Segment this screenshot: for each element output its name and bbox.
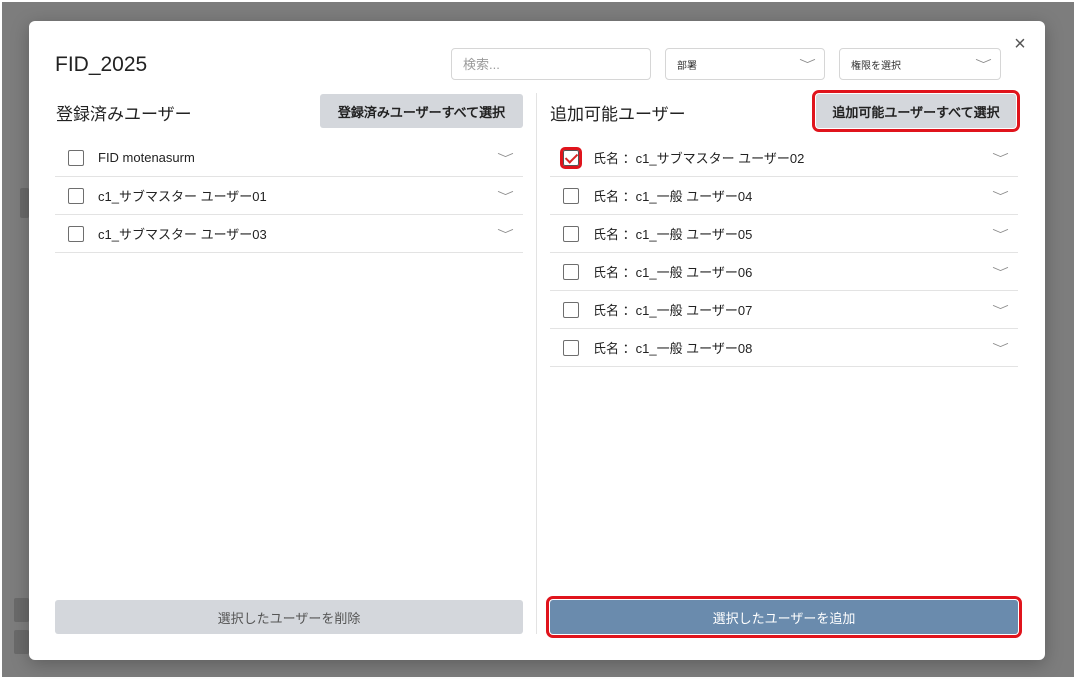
chevron-down-icon[interactable]: ﹀ (497, 226, 514, 242)
user-checkbox[interactable] (563, 339, 579, 356)
user-label: 氏名 ：c1_一般 ユーザー08 (593, 341, 753, 356)
list-item[interactable]: 氏名 ：c1_サブマスター ユーザー02 ﹀ (550, 139, 1018, 177)
department-select-value: 部署 (677, 60, 697, 72)
list-item[interactable]: 氏名 ：c1_一般 ユーザー07 ﹀ (550, 291, 1018, 329)
user-assignment-dialog: × FID_2025 部署 ﹀ 権限を選択 ﹀ 登録済みユーザー 登録済みユーザ… (29, 21, 1045, 660)
user-label: c1_サブマスター ユーザー03 (98, 227, 267, 242)
user-label: c1_サブマスター ユーザー01 (98, 189, 267, 204)
user-label: 氏名 ：c1_一般 ユーザー05 (593, 227, 753, 242)
list-item[interactable]: FID motenasurm ﹀ (55, 139, 523, 177)
dialog-title: FID_2025 (55, 53, 148, 76)
user-checkbox[interactable] (68, 187, 84, 204)
user-label: 氏名 ：c1_一般 ユーザー07 (593, 303, 753, 318)
user-checkbox[interactable] (563, 263, 579, 280)
close-icon[interactable]: × (1009, 33, 1031, 55)
chevron-down-icon[interactable]: ﹀ (497, 150, 514, 166)
chevron-down-icon[interactable]: ﹀ (992, 302, 1009, 318)
registered-user-list: FID motenasurm ﹀ c1_サブマスター ユーザー01 ﹀ c1_サ… (55, 139, 523, 253)
search-input[interactable] (451, 48, 651, 80)
permission-select-value: 権限を選択 (851, 60, 901, 72)
chevron-down-icon[interactable]: ﹀ (992, 226, 1009, 242)
add-selected-users-button[interactable]: 選択したユーザーを追加 (546, 596, 1022, 638)
user-checkbox[interactable] (563, 225, 579, 242)
chevron-down-icon: ﹀ (975, 59, 992, 71)
delete-selected-users-button[interactable]: 選択したユーザーを削除 (55, 600, 523, 634)
list-item[interactable]: 氏名 ：c1_一般 ユーザー04 ﹀ (550, 177, 1018, 215)
chevron-down-icon: ﹀ (799, 59, 816, 71)
background-button (14, 630, 29, 654)
column-divider (536, 93, 537, 634)
user-label: FID motenasurm (98, 150, 195, 165)
chevron-down-icon[interactable]: ﹀ (992, 150, 1009, 166)
available-user-list: 氏名 ：c1_サブマスター ユーザー02 ﹀ 氏名 ：c1_一般 ユーザー04 … (550, 139, 1018, 367)
user-checkbox[interactable] (563, 301, 579, 318)
user-checkbox[interactable] (563, 187, 579, 204)
list-item[interactable]: c1_サブマスター ユーザー03 ﹀ (55, 215, 523, 253)
user-label: 氏名 ：c1_一般 ユーザー04 (593, 189, 753, 204)
chevron-down-icon[interactable]: ﹀ (992, 188, 1009, 204)
background-button (14, 598, 29, 622)
user-checkbox[interactable] (68, 149, 84, 166)
chevron-down-icon[interactable]: ﹀ (992, 340, 1009, 356)
user-checkbox[interactable] (560, 146, 582, 169)
permission-select[interactable]: 権限を選択 ﹀ (839, 48, 1001, 80)
department-select[interactable]: 部署 ﹀ (665, 48, 825, 80)
user-checkbox[interactable] (68, 225, 84, 242)
user-label: 氏名 ：c1_一般 ユーザー06 (593, 265, 753, 280)
list-item[interactable]: c1_サブマスター ユーザー01 ﹀ (55, 177, 523, 215)
select-all-available-button[interactable]: 追加可能ユーザーすべて選択 (812, 90, 1020, 132)
registered-users-heading: 登録済みユーザー (56, 105, 192, 124)
list-item[interactable]: 氏名 ：c1_一般 ユーザー05 ﹀ (550, 215, 1018, 253)
chevron-down-icon[interactable]: ﹀ (992, 264, 1009, 280)
list-item[interactable]: 氏名 ：c1_一般 ユーザー06 ﹀ (550, 253, 1018, 291)
user-label: 氏名 ：c1_サブマスター ユーザー02 (593, 151, 805, 166)
available-users-heading: 追加可能ユーザー (550, 105, 686, 124)
list-item[interactable]: 氏名 ：c1_一般 ユーザー08 ﹀ (550, 329, 1018, 367)
background-sidebar-marker (20, 188, 29, 218)
chevron-down-icon[interactable]: ﹀ (497, 188, 514, 204)
select-all-registered-button[interactable]: 登録済みユーザーすべて選択 (320, 94, 523, 128)
